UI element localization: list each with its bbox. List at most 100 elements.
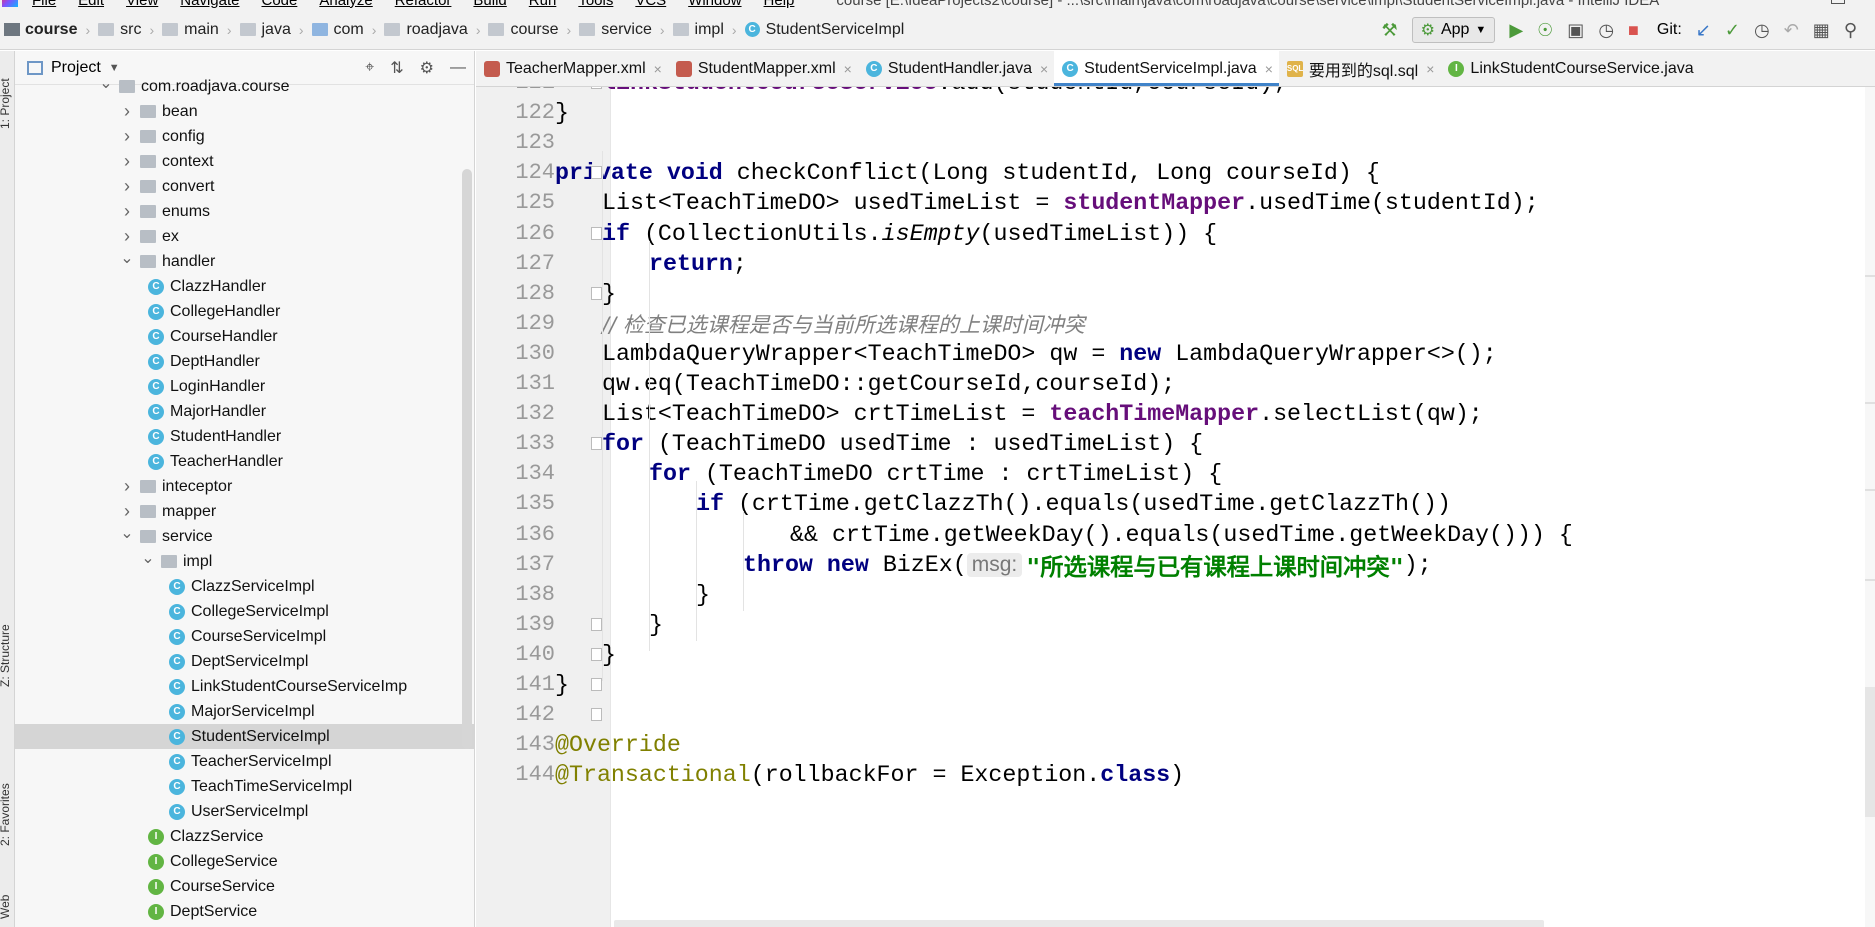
tree-node[interactable]: C ClazzServiceImpl bbox=[15, 574, 474, 599]
fold-marker-icon[interactable] bbox=[591, 286, 602, 300]
breadcrumb-item[interactable]: impl › bbox=[672, 21, 745, 39]
stop-icon[interactable]: ■ bbox=[1628, 20, 1639, 41]
tree-node[interactable]: › context bbox=[15, 149, 474, 174]
menu-run[interactable]: Run bbox=[529, 0, 557, 9]
fold-marker-icon[interactable] bbox=[591, 647, 602, 661]
breadcrumb-item[interactable]: java › bbox=[239, 21, 312, 39]
tree-node[interactable]: › ex bbox=[15, 224, 474, 249]
project-tool-button[interactable]: 1: Project bbox=[0, 78, 12, 129]
chevron-right-icon[interactable]: › bbox=[120, 126, 134, 147]
chevron-down-icon[interactable]: ⌄ bbox=[120, 248, 134, 268]
tree-node[interactable]: C TeacherHandler bbox=[15, 449, 474, 474]
chevron-right-icon[interactable]: › bbox=[120, 151, 134, 172]
chevron-right-icon[interactable]: › bbox=[120, 201, 134, 222]
tree-node[interactable]: › bean bbox=[15, 99, 474, 124]
menu-view[interactable]: View bbox=[126, 0, 158, 9]
tree-node[interactable]: C LoginHandler bbox=[15, 374, 474, 399]
breadcrumb-item[interactable]: course › bbox=[488, 21, 579, 39]
tree-node[interactable]: I ClazzService bbox=[15, 824, 474, 849]
search-icon[interactable]: ⚲ bbox=[1844, 20, 1857, 41]
editor-tab[interactable]: TeacherMapper.xml × bbox=[476, 51, 668, 86]
chevron-right-icon[interactable]: › bbox=[120, 101, 134, 122]
tree-node[interactable]: C ClazzHandler bbox=[15, 274, 474, 299]
menu-build[interactable]: Build bbox=[473, 0, 506, 9]
close-icon[interactable]: × bbox=[844, 61, 852, 77]
breadcrumb-item[interactable]: roadjava › bbox=[384, 21, 488, 39]
chevron-right-icon[interactable]: › bbox=[120, 501, 134, 522]
breadcrumb-item[interactable]: course › bbox=[2, 21, 98, 39]
menu-edit[interactable]: Edit bbox=[78, 0, 104, 9]
fold-marker-icon[interactable] bbox=[591, 708, 602, 722]
tree-node[interactable]: C CourseHandler bbox=[15, 324, 474, 349]
menu-analyze[interactable]: Analyze bbox=[319, 0, 372, 9]
tree-node[interactable]: C UserServiceImpl bbox=[15, 799, 474, 824]
editor-tab[interactable]: C StudentHandler.java × bbox=[858, 51, 1054, 86]
tree-node[interactable]: C TeacherServiceImpl bbox=[15, 749, 474, 774]
chevron-down-icon[interactable]: ⌄ bbox=[99, 73, 113, 93]
breadcrumb-item[interactable]: src › bbox=[98, 21, 162, 39]
tree-node[interactable]: ⌄ service bbox=[15, 524, 474, 549]
tree-node[interactable]: C StudentServiceImpl bbox=[15, 724, 474, 749]
tree-node[interactable]: › inteceptor bbox=[15, 474, 474, 499]
horizontal-scrollbar[interactable] bbox=[614, 920, 1544, 927]
fold-marker-icon[interactable] bbox=[591, 226, 602, 240]
tree-node[interactable]: › config bbox=[15, 124, 474, 149]
editor-tab[interactable]: StudentMapper.xml × bbox=[668, 51, 858, 86]
tree-node[interactable]: I CourseService bbox=[15, 874, 474, 899]
profile-icon[interactable]: ◷ bbox=[1598, 20, 1614, 41]
tree-node[interactable]: C DeptHandler bbox=[15, 349, 474, 374]
git-history-icon[interactable]: ◷ bbox=[1754, 20, 1770, 41]
editor-scrollbar[interactable] bbox=[1865, 87, 1875, 927]
tree-node[interactable]: I DeptService bbox=[15, 899, 474, 924]
coverage-icon[interactable]: ▣ bbox=[1567, 20, 1584, 41]
menu-help[interactable]: Help bbox=[764, 0, 795, 9]
git-update-icon[interactable]: ↙ bbox=[1696, 20, 1711, 41]
tree-node[interactable]: C MajorHandler bbox=[15, 399, 474, 424]
code-editor[interactable]: 121linkStudentCourseService.add(studentI… bbox=[476, 87, 1875, 927]
menu-tools[interactable]: Tools bbox=[578, 0, 613, 9]
tree-node[interactable]: C LinkStudentCourseServiceImp bbox=[15, 674, 474, 699]
project-tree-scrollbar[interactable] bbox=[462, 169, 472, 749]
menu-vcs[interactable]: VCS bbox=[635, 0, 666, 9]
menu-file[interactable]: File bbox=[32, 0, 56, 9]
close-icon[interactable]: × bbox=[654, 61, 662, 77]
menu-refactor[interactable]: Refactor bbox=[395, 0, 452, 9]
tree-node[interactable]: C MajorServiceImpl bbox=[15, 699, 474, 724]
close-icon[interactable]: × bbox=[1265, 61, 1273, 77]
fold-marker-icon[interactable] bbox=[591, 166, 602, 180]
web-tool-button[interactable]: Web bbox=[0, 895, 12, 919]
editor-tab[interactable]: SQL 要用到的sql.sql × bbox=[1279, 51, 1441, 86]
tree-node[interactable]: › convert bbox=[15, 174, 474, 199]
chevron-right-icon[interactable]: › bbox=[120, 476, 134, 497]
tree-node[interactable]: C CollegeServiceImpl bbox=[15, 599, 474, 624]
editor-tab[interactable]: C StudentServiceImpl.java × bbox=[1054, 51, 1279, 86]
breadcrumb-item[interactable]: main › bbox=[162, 21, 239, 39]
tree-node[interactable]: ⌄ handler bbox=[15, 249, 474, 274]
tree-node[interactable]: › mapper bbox=[15, 499, 474, 524]
close-icon[interactable]: × bbox=[1040, 61, 1048, 77]
tree-node[interactable]: C CourseServiceImpl bbox=[15, 624, 474, 649]
git-rollback-icon[interactable]: ↶ bbox=[1784, 20, 1799, 41]
tree-node[interactable]: ⌄ com.roadjava.course bbox=[15, 74, 474, 99]
breadcrumb-item[interactable]: com › bbox=[311, 21, 385, 39]
build-hammer-icon[interactable]: ⚒ bbox=[1381, 20, 1397, 41]
fold-marker-icon[interactable] bbox=[591, 617, 602, 631]
tree-node[interactable]: C DeptServiceImpl bbox=[15, 649, 474, 674]
project-structure-icon[interactable]: ▦ bbox=[1813, 20, 1830, 41]
menu-code[interactable]: Code bbox=[261, 0, 297, 9]
breadcrumb-item[interactable]: service › bbox=[579, 21, 672, 39]
tree-node[interactable]: C CollegeHandler bbox=[15, 299, 474, 324]
debug-icon[interactable]: ☉ bbox=[1537, 20, 1553, 41]
tree-node[interactable]: I CollegeService bbox=[15, 849, 474, 874]
menu-window[interactable]: Window bbox=[688, 0, 741, 9]
tree-node[interactable]: ⌄ impl bbox=[15, 549, 474, 574]
fold-marker-icon[interactable] bbox=[591, 437, 602, 451]
tree-node[interactable]: › enums bbox=[15, 199, 474, 224]
chevron-down-icon[interactable]: ⌄ bbox=[120, 523, 134, 543]
git-commit-icon[interactable]: ✓ bbox=[1725, 20, 1740, 41]
run-config-select[interactable]: ⚙ App ▼ bbox=[1411, 17, 1496, 43]
breadcrumb-item[interactable]: C StudentServiceImpl bbox=[744, 21, 904, 39]
chevron-down-icon[interactable]: ⌄ bbox=[141, 548, 155, 568]
fold-marker-icon[interactable] bbox=[591, 678, 602, 691]
maximize-icon[interactable] bbox=[1831, 0, 1845, 4]
